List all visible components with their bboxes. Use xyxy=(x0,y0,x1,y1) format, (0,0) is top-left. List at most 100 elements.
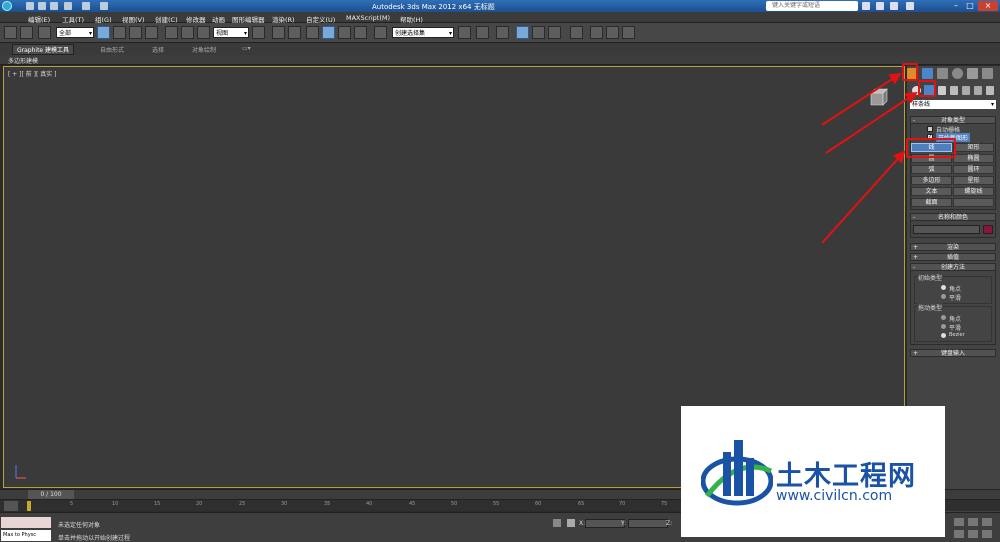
favorites-icon[interactable] xyxy=(890,2,898,10)
drag-smooth-radio[interactable] xyxy=(941,324,946,329)
select-and-manipulate-icon[interactable] xyxy=(272,26,285,39)
search-input[interactable]: 键入关键字或短语 xyxy=(766,1,858,11)
ngon-button[interactable]: 多边形 xyxy=(911,176,952,185)
edit-named-selection-icon[interactable] xyxy=(374,26,387,39)
search-icon[interactable] xyxy=(862,2,870,10)
display-tab-icon[interactable] xyxy=(967,68,978,79)
ribbon-options-icon[interactable]: ▭▾ xyxy=(242,45,251,52)
space-warps-category-icon[interactable] xyxy=(974,86,982,95)
angle-snap-icon[interactable] xyxy=(322,26,335,39)
named-selection-dropdown[interactable]: 创建选择集 ▾ xyxy=(392,27,454,38)
field-of-view-icon[interactable] xyxy=(954,530,964,538)
interpolation-rollout-header[interactable]: + 插值 xyxy=(910,253,996,261)
redo-icon[interactable] xyxy=(82,2,90,10)
open-file-icon[interactable] xyxy=(38,2,46,10)
shape-category-dropdown[interactable]: 样条线 ▾ xyxy=(910,100,996,109)
arc-button[interactable]: 弧 xyxy=(911,165,952,174)
render-production-icon[interactable] xyxy=(622,26,635,39)
schematic-view-icon[interactable] xyxy=(548,26,561,39)
auto-grid-checkbox[interactable] xyxy=(927,126,933,132)
orbit-icon[interactable] xyxy=(982,530,992,538)
viewcube-icon[interactable] xyxy=(867,87,889,107)
render-setup-icon[interactable] xyxy=(590,26,603,39)
tab-selection[interactable]: 选择 xyxy=(152,45,164,54)
drag-corner-radio[interactable] xyxy=(941,315,946,320)
rectangular-selection-icon[interactable] xyxy=(129,26,142,39)
select-and-link-icon[interactable] xyxy=(4,26,17,39)
project-folder-icon[interactable] xyxy=(100,2,108,10)
helpers-category-icon[interactable] xyxy=(962,86,970,95)
snaps-toggle-icon[interactable] xyxy=(306,26,319,39)
window-crossing-icon[interactable] xyxy=(145,26,158,39)
unlink-icon[interactable] xyxy=(20,26,33,39)
zoom-icon[interactable] xyxy=(954,518,964,526)
utilities-tab-icon[interactable] xyxy=(982,68,993,79)
y-coordinate-field[interactable] xyxy=(628,519,668,528)
pan-view-icon[interactable] xyxy=(968,530,978,538)
tab-graphite-modeling[interactable]: Graphite 建模工具 xyxy=(12,44,75,55)
help-icon[interactable] xyxy=(906,2,914,10)
object-color-swatch[interactable] xyxy=(983,225,993,234)
select-object-icon[interactable] xyxy=(97,26,110,39)
donut-button[interactable]: 圆环 xyxy=(953,165,994,174)
tab-object-paint[interactable]: 对象绘制 xyxy=(192,45,216,54)
layer-manager-icon[interactable] xyxy=(496,26,509,39)
systems-category-icon[interactable] xyxy=(986,86,994,95)
object-type-rollout-header[interactable]: - 对象类型 xyxy=(910,116,996,124)
undo-icon[interactable] xyxy=(64,2,72,10)
pivot-center-icon[interactable] xyxy=(252,26,265,39)
name-and-color-rollout-header[interactable]: - 名称和颜色 xyxy=(910,213,996,221)
select-by-name-icon[interactable] xyxy=(113,26,126,39)
new-file-icon[interactable] xyxy=(26,2,34,10)
spinner-snap-icon[interactable] xyxy=(354,26,367,39)
close-button[interactable]: × xyxy=(978,1,998,11)
rendering-rollout-header[interactable]: + 渲染 xyxy=(910,243,996,251)
mini-curve-editor-icon[interactable] xyxy=(4,501,18,511)
curve-editor-icon[interactable] xyxy=(532,26,545,39)
select-and-rotate-icon[interactable] xyxy=(181,26,194,39)
selection-lock-icon[interactable] xyxy=(553,519,561,527)
tab-freeform[interactable]: 自由形式 xyxy=(100,45,124,54)
lights-category-icon[interactable] xyxy=(938,86,946,95)
empty-button[interactable] xyxy=(953,198,994,207)
polygon-modeling-label[interactable]: 多边形建模 xyxy=(8,56,38,65)
graphite-toggle-icon[interactable] xyxy=(516,26,529,39)
initial-smooth-radio[interactable] xyxy=(941,294,946,299)
percent-snap-icon[interactable] xyxy=(338,26,351,39)
select-and-move-icon[interactable] xyxy=(165,26,178,39)
initial-corner-radio[interactable] xyxy=(941,285,946,290)
bind-space-warp-icon[interactable] xyxy=(38,26,51,39)
viewport-label[interactable]: [ + ][ 前 ][ 真实 ] xyxy=(8,69,57,78)
text-button[interactable]: 文本 xyxy=(911,187,952,196)
zoom-all-icon[interactable] xyxy=(968,518,978,526)
maximize-button[interactable]: □ xyxy=(964,1,976,11)
select-and-scale-icon[interactable] xyxy=(197,26,210,39)
material-editor-icon[interactable] xyxy=(570,26,583,39)
hierarchy-tab-icon[interactable] xyxy=(937,68,948,79)
menu-maxscript[interactable]: MAXScript(M) xyxy=(346,14,390,22)
object-name-field[interactable] xyxy=(913,225,980,234)
selection-filter-dropdown[interactable]: 全部 ▾ xyxy=(56,27,94,38)
communication-center-icon[interactable] xyxy=(876,2,884,10)
modify-tab-icon[interactable] xyxy=(922,68,933,79)
motion-tab-icon[interactable] xyxy=(952,68,963,79)
maxscript-mini-listener[interactable]: Max to Physc xyxy=(1,530,51,541)
star-button[interactable]: 星形 xyxy=(953,176,994,185)
app-logo-icon[interactable] xyxy=(2,1,12,11)
helix-button[interactable]: 螺旋线 xyxy=(953,187,994,196)
cameras-category-icon[interactable] xyxy=(950,86,958,95)
mirror-icon[interactable] xyxy=(458,26,471,39)
rendered-frame-window-icon[interactable] xyxy=(606,26,619,39)
zoom-extents-icon[interactable] xyxy=(982,518,992,526)
keyboard-entry-rollout-header[interactable]: + 键盘输入 xyxy=(910,349,996,357)
reference-coordinate-dropdown[interactable]: 视图 ▾ xyxy=(213,27,249,38)
section-button[interactable]: 截面 xyxy=(911,198,952,207)
save-file-icon[interactable] xyxy=(50,2,58,10)
rectangle-button[interactable]: 矩形 xyxy=(953,143,994,152)
creation-method-rollout-header[interactable]: - 创建方法 xyxy=(910,263,996,271)
align-icon[interactable] xyxy=(476,26,489,39)
ellipse-button[interactable]: 椭圆 xyxy=(953,154,994,163)
minimize-button[interactable]: – xyxy=(950,1,962,11)
x-coordinate-field[interactable] xyxy=(585,519,625,528)
absolute-mode-icon[interactable] xyxy=(567,519,575,527)
